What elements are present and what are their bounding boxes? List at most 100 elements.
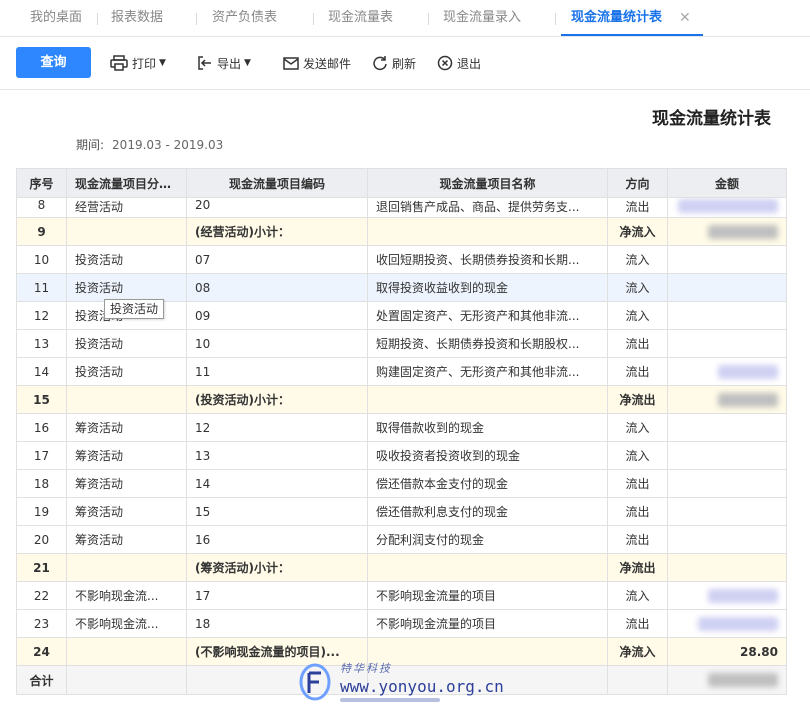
cell-name: 收回短期投资、长期债券投资和长期... <box>367 245 608 274</box>
cell-direction: 流入 <box>607 245 668 274</box>
total-cell <box>607 665 668 695</box>
subtotal-row[interactable]: 21 (筹资活动)小计： 净流出 <box>16 553 787 582</box>
cell-name: 不影响现金流量的项目 <box>367 609 608 638</box>
cell-no: 10 <box>16 245 67 274</box>
column-header-direction[interactable]: 方向 <box>607 168 668 198</box>
cell-category: 筹资活动 <box>66 525 187 554</box>
export-button[interactable]: 导出 ▼ <box>197 52 251 74</box>
cell-direction: 流出 <box>607 469 668 498</box>
cell-category <box>66 637 187 666</box>
cell-code: 15 <box>186 497 368 526</box>
table-row[interactable]: 11 投资活动 08 取得投资收益收到的现金 流入 <box>16 273 787 302</box>
query-button[interactable]: 查询 <box>16 47 91 78</box>
cell-category: 筹资活动 <box>66 497 187 526</box>
cell-no: 16 <box>16 413 67 442</box>
subtotal-row[interactable]: 15 (投资活动)小计： 净流出 <box>16 385 787 414</box>
refresh-label: 刷新 <box>392 56 417 71</box>
close-icon[interactable]: ✕ <box>679 9 691 27</box>
tab-cash-flow-entry[interactable]: 现金流量录入 <box>443 0 521 36</box>
cell-category: 筹资活动 <box>66 413 187 442</box>
cell-code: 10 <box>186 329 368 358</box>
print-label: 打印 <box>132 56 157 71</box>
tab-cash-flow-stats[interactable]: 现金流量统计表 <box>571 0 662 36</box>
table-row[interactable]: 22 不影响现金流... 17 不影响现金流量的项目 流入 <box>16 581 787 610</box>
cell-direction: 净流入 <box>607 217 668 246</box>
watermark: 特华科技 www.yonyou.org.cn <box>298 660 518 705</box>
cell-amount <box>667 413 787 442</box>
cell-direction: 流出 <box>607 357 668 386</box>
cell-name: 短期投资、长期债券投资和长期股权... <box>367 329 608 358</box>
cell-name: 取得投资收益收到的现金 <box>367 273 608 302</box>
subtotal-row[interactable]: 9 (经营活动)小计： 净流入 <box>16 217 787 246</box>
tab-my-desktop[interactable]: 我的桌面 <box>30 0 82 36</box>
active-tab-indicator <box>561 34 703 36</box>
cell-code: 08 <box>186 273 368 302</box>
table-row[interactable]: 20 筹资活动 16 分配利润支付的现金 流出 <box>16 525 787 554</box>
table-row[interactable]: 14 投资活动 11 购建固定资产、无形资产和其他非流... 流出 <box>16 357 787 386</box>
tab-report-data[interactable]: 报表数据 <box>111 0 163 36</box>
cell-direction: 流出 <box>607 197 668 218</box>
redacted-amount <box>708 224 778 239</box>
table-row[interactable]: 10 投资活动 07 收回短期投资、长期债券投资和长期... 流入 <box>16 245 787 274</box>
cell-no: 18 <box>16 469 67 498</box>
table-row[interactable]: 23 不影响现金流... 18 不影响现金流量的项目 流出 <box>16 609 787 638</box>
cell-no: 17 <box>16 441 67 470</box>
column-header-amount[interactable]: 金额 <box>667 168 787 198</box>
period-label: 期间: <box>76 138 105 152</box>
table-row[interactable]: 19 筹资活动 15 偿还借款利息支付的现金 流出 <box>16 497 787 526</box>
print-button[interactable]: 打印 ▼ <box>110 52 166 74</box>
cell-no: 22 <box>16 581 67 610</box>
send-email-label: 发送邮件 <box>303 56 352 71</box>
table-row[interactable]: 8 经营活动 20 退回销售产成品、商品、提供劳务支... 流出 <box>16 197 787 218</box>
column-header-no[interactable]: 序号 <box>16 168 67 198</box>
table-row[interactable]: 18 筹资活动 14 偿还借款本金支付的现金 流出 <box>16 469 787 498</box>
tab-balance-sheet[interactable]: 资产负债表 <box>212 0 277 36</box>
column-header-code[interactable]: 现金流量项目编码 <box>186 168 368 198</box>
cell-code: 12 <box>186 413 368 442</box>
table-row[interactable]: 16 筹资活动 12 取得借款收到的现金 流入 <box>16 413 787 442</box>
column-header-name[interactable]: 现金流量项目名称 <box>367 168 608 198</box>
tab-cash-flow[interactable]: 现金流量表 <box>328 0 393 36</box>
cell-amount <box>667 469 787 498</box>
cell-amount <box>667 217 787 246</box>
period: 期间: 2019.03 - 2019.03 <box>76 136 223 153</box>
redacted-amount <box>698 616 778 631</box>
exit-button[interactable]: 退出 <box>437 52 481 74</box>
table-row[interactable]: 13 投资活动 10 短期投资、长期债券投资和长期股权... 流出 <box>16 329 787 358</box>
cell-category <box>66 217 187 246</box>
total-cell <box>667 665 787 695</box>
refresh-button[interactable]: 刷新 <box>372 52 416 74</box>
export-icon <box>198 56 211 70</box>
cell-category: 投资活动 <box>66 357 187 386</box>
printer-icon <box>110 55 128 71</box>
redacted-amount <box>708 588 778 603</box>
column-header-category[interactable]: 现金流量项目分类名 <box>66 168 187 198</box>
cell-no: 23 <box>16 609 67 638</box>
tooltip: 投资活动 <box>104 299 165 319</box>
send-email-button[interactable]: 发送邮件 <box>283 52 351 74</box>
cell-direction: 流出 <box>607 525 668 554</box>
period-value: 2019.03 - 2019.03 <box>112 138 224 152</box>
close-circle-icon <box>437 55 453 71</box>
cell-amount: 28.80 <box>667 637 787 666</box>
refresh-icon <box>373 56 387 71</box>
cell-name <box>367 217 608 246</box>
cell-amount <box>667 497 787 526</box>
redacted-amount <box>718 364 778 379</box>
toolbar: 查询 打印 ▼ 导出 ▼ 发送邮件 刷新 退出 <box>0 37 810 90</box>
cell-code: 17 <box>186 581 368 610</box>
cell-amount <box>667 357 787 386</box>
cell-direction: 流出 <box>607 609 668 638</box>
cell-amount <box>667 525 787 554</box>
cell-name: 退回销售产成品、商品、提供劳务支... <box>367 197 608 218</box>
cell-direction: 流入 <box>607 581 668 610</box>
cell-code: 20 <box>186 197 368 218</box>
redacted-amount <box>678 198 778 213</box>
table-row[interactable]: 17 筹资活动 13 吸收投资者投资收到的现金 流入 <box>16 441 787 470</box>
cell-code: 11 <box>186 357 368 386</box>
cell-direction: 流入 <box>607 441 668 470</box>
cell-no: 20 <box>16 525 67 554</box>
cell-direction: 流入 <box>607 301 668 330</box>
cell-name: 取得借款收到的现金 <box>367 413 608 442</box>
cell-code: 07 <box>186 245 368 274</box>
